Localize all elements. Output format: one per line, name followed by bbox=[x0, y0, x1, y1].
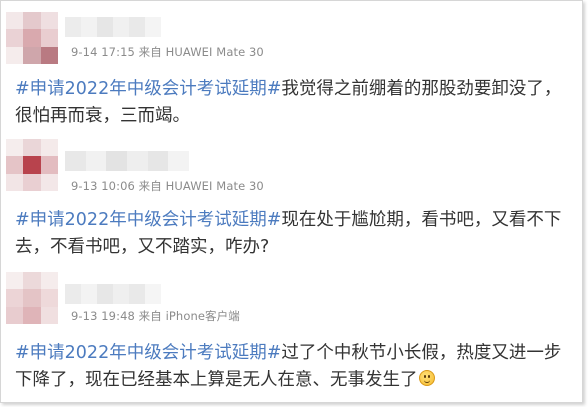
post-content: #申请2022年中级会计考试延期#现在处于尴尬期，看书吧，又看不下 去，不看书吧… bbox=[15, 207, 571, 261]
post-text-line2: 很怕再而衰，三而竭。 bbox=[15, 106, 190, 126]
username-blurred[interactable] bbox=[65, 151, 189, 171]
post-text-line1: 过了个中秋节小长假，热度又进一步 bbox=[281, 343, 562, 363]
grinning-face-emoji-icon bbox=[418, 370, 435, 386]
post-text-line1: 我觉得之前绷着的那股劲要卸没了， bbox=[281, 79, 562, 99]
username-blurred[interactable] bbox=[65, 17, 161, 37]
user-avatar-blurred[interactable] bbox=[6, 272, 58, 324]
post-text-line1: 现在处于尴尬期，看书吧，又看不下 bbox=[281, 210, 562, 230]
post-content: #申请2022年中级会计考试延期#过了个中秋节小长假，热度又进一步 下降了，现在… bbox=[15, 340, 571, 394]
hashtag-link[interactable]: #申请2022年中级会计考试延期# bbox=[15, 79, 281, 99]
hashtag-link[interactable]: #申请2022年中级会计考试延期# bbox=[15, 210, 281, 230]
username-blurred[interactable] bbox=[65, 284, 161, 304]
post-text-line2: 下降了，现在已经基本上算是无人在意、无事发生了 bbox=[15, 370, 418, 390]
weibo-comment-list: 9-14 17:15 来自 HUAWEI Mate 30 #申请2022年中级会… bbox=[0, 0, 583, 403]
post-meta: 9-13 10:06 来自 HUAWEI Mate 30 bbox=[71, 179, 264, 193]
post-content: #申请2022年中级会计考试延期#我觉得之前绷着的那股劲要卸没了， 很怕再而衰，… bbox=[15, 76, 571, 130]
post-meta: 9-14 17:15 来自 HUAWEI Mate 30 bbox=[71, 45, 264, 59]
hashtag-link[interactable]: #申请2022年中级会计考试延期# bbox=[15, 343, 281, 363]
post-text-line2: 去，不看书吧，又不踏实，咋办? bbox=[15, 237, 270, 257]
user-avatar-blurred[interactable] bbox=[6, 139, 58, 191]
user-avatar-blurred[interactable] bbox=[6, 12, 58, 64]
post-meta: 9-13 19:48 来自 iPhone客户端 bbox=[71, 309, 240, 323]
